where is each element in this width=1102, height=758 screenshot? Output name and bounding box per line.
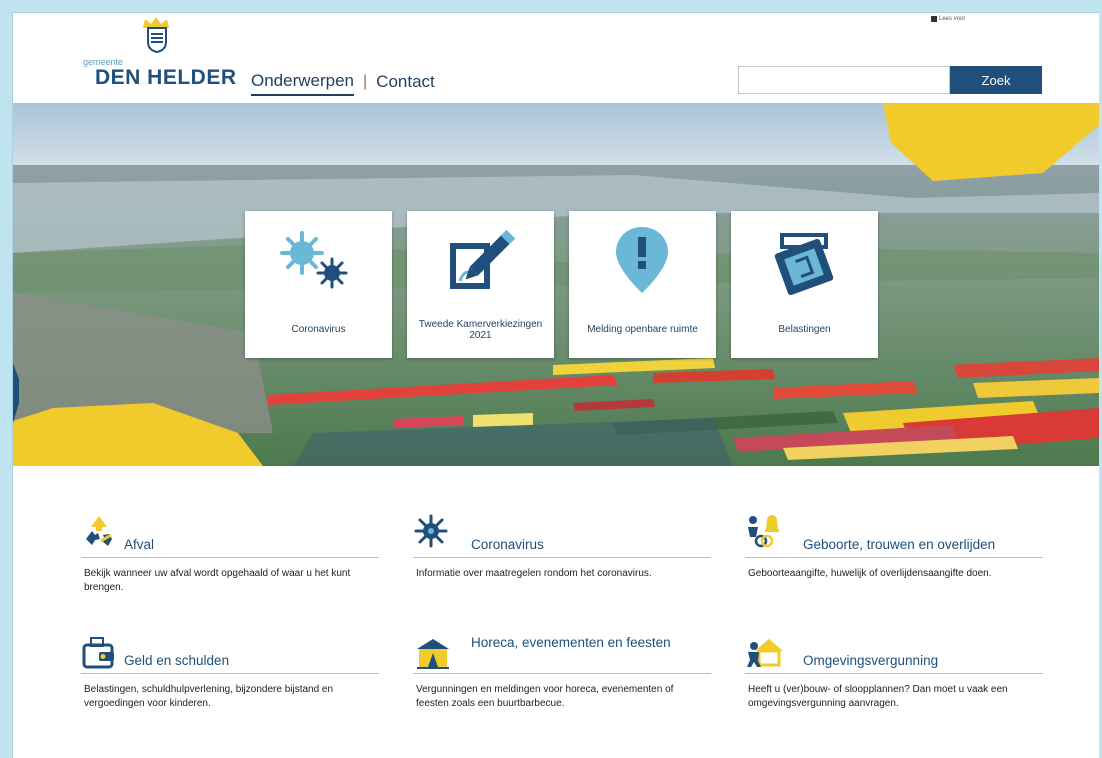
virus-icon [280,231,348,289]
nav-contact[interactable]: Contact [376,72,435,95]
tile-verkiezingen[interactable]: Tweede Kamerverkiezingen 2021 [407,211,554,358]
virus-icon [414,514,448,548]
category-title[interactable]: Afval [124,536,154,554]
category-afval[interactable]: Afval Bekijk wanneer uw afval wordt opge… [81,513,379,613]
readspeaker-label: Lees voor [939,16,966,22]
category-horeca[interactable]: Horeca, evenementen en feesten Vergunnin… [413,630,711,750]
nav-separator: | [363,73,368,90]
hero-banner: Coronavirus Tweede Kamerverkiezingen 202… [13,103,1099,466]
shield-logo-icon [147,27,167,53]
tile-melding[interactable]: Melding openbare ruimte [569,211,716,358]
category-title[interactable]: Horeca, evenementen en feesten [471,634,701,652]
tile-coronavirus[interactable]: Coronavirus [245,211,392,358]
category-description: Informatie over maatregelen rondom het c… [416,568,652,579]
category-omgevingsvergunning[interactable]: Omgevingsvergunning Heeft u (ver)bouw- o… [745,630,1043,750]
divider [745,557,1043,558]
hero-aerial-image [13,103,1099,466]
category-geboorte[interactable]: Geboorte, trouwen en overlijden Geboorte… [745,513,1043,613]
logo-brand-text[interactable]: DEN HELDER [95,66,237,90]
category-description: Belastingen, schuldhulpverlening, bijzon… [84,684,334,709]
family-icon [748,515,779,548]
recycle-icon [86,516,112,546]
divider [81,673,379,674]
category-title[interactable]: Geld en schulden [124,652,229,670]
house-worker-icon [747,639,783,667]
tile-label: Belastingen [778,324,831,336]
tent-icon [417,639,449,669]
category-coronavirus[interactable]: Coronavirus Informatie over maatregelen … [413,513,711,613]
tile-label: Melding openbare ruimte [587,324,698,336]
tile-label: Coronavirus [291,324,346,336]
tile-belastingen[interactable]: Belastingen [731,211,878,358]
search-input[interactable] [738,66,950,94]
category-description: Bekijk wanneer uw afval wordt opgehaald … [84,568,351,593]
wallet-icon [82,637,114,669]
search-button[interactable]: Zoek [950,66,1042,94]
category-description: Vergunningen en meldingen voor horeca, e… [416,684,674,709]
nav-onderwerpen[interactable]: Onderwerpen [251,71,355,96]
divider [745,673,1043,674]
page-frame: gemeente DEN HELDER Onderwerpen | Contac… [12,12,1099,758]
map-pin-exclamation-icon [616,227,668,293]
divider [81,557,379,558]
category-title[interactable]: Coronavirus [471,536,544,554]
category-description: Heeft u (ver)bouw- of sloopplannen? Dan … [748,684,1008,709]
site-header: gemeente DEN HELDER Onderwerpen | Contac… [13,13,1099,103]
main-nav: Onderwerpen | Contact [251,71,435,96]
divider [413,557,711,558]
category-title[interactable]: Geboorte, trouwen en overlijden [803,536,995,554]
category-title[interactable]: Omgevingsvergunning [803,652,938,670]
tile-label: Tweede Kamerverkiezingen 2021 [418,318,543,342]
ballot-pencil-icon [450,229,516,289]
speaker-icon [931,16,937,22]
readspeaker-button[interactable]: Lees voor [931,16,965,22]
payment-card-icon [774,233,834,296]
divider [413,673,711,674]
category-description: Geboorteaangifte, huwelijk of overlijden… [748,568,992,579]
category-geld[interactable]: Geld en schulden Belastingen, schuldhulp… [81,630,379,750]
